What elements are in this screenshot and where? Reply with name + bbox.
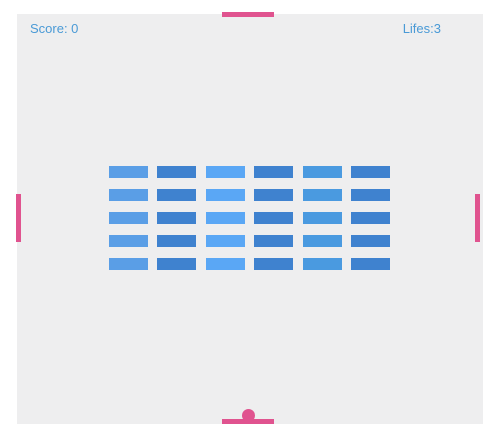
paddle-right <box>475 194 480 242</box>
brick <box>157 258 196 270</box>
brick <box>254 235 293 247</box>
ball <box>242 409 255 422</box>
brick <box>109 166 148 178</box>
brick <box>109 189 148 201</box>
brick <box>109 212 148 224</box>
brick <box>254 166 293 178</box>
brick <box>157 212 196 224</box>
brick <box>254 212 293 224</box>
brick <box>351 235 390 247</box>
brick <box>303 258 342 270</box>
brick <box>157 189 196 201</box>
brick <box>206 258 245 270</box>
brick-grid <box>109 166 390 270</box>
brick <box>303 189 342 201</box>
brick <box>254 258 293 270</box>
brick <box>303 212 342 224</box>
score-display: Score: 0 <box>30 21 79 36</box>
brick <box>303 235 342 247</box>
brick <box>351 189 390 201</box>
paddle-left <box>16 194 21 242</box>
brick <box>109 258 148 270</box>
brick <box>206 235 245 247</box>
paddle-top <box>222 12 274 17</box>
brick <box>109 235 148 247</box>
brick <box>206 212 245 224</box>
brick <box>351 166 390 178</box>
brick <box>157 166 196 178</box>
brick <box>303 166 342 178</box>
brick <box>351 212 390 224</box>
brick <box>157 235 196 247</box>
brick <box>254 189 293 201</box>
lives-display: Lifes:3 <box>402 21 441 36</box>
brick <box>351 258 390 270</box>
brick <box>206 189 245 201</box>
brick <box>206 166 245 178</box>
